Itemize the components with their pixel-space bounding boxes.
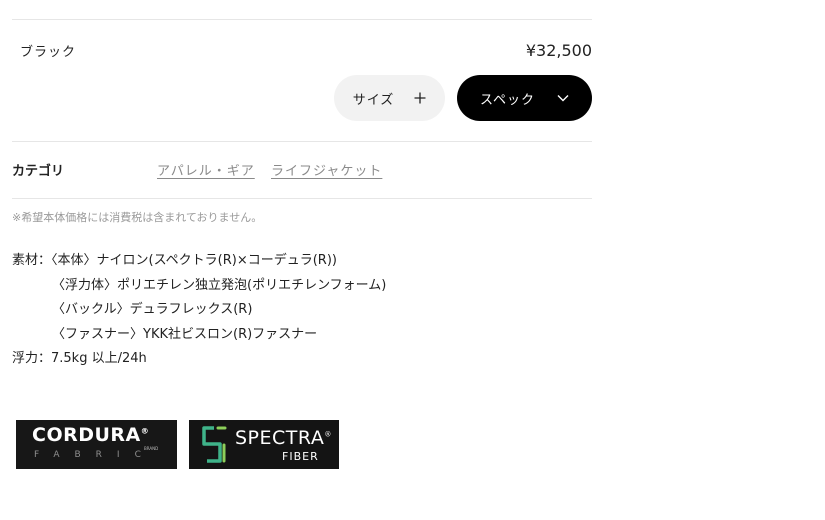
category-label: カテゴリ <box>12 164 65 179</box>
cordura-fabric-text: FABRIC <box>34 450 156 460</box>
cordura-wordmark: CORDURA® <box>32 424 150 446</box>
spec-button-label: スペック <box>479 92 536 108</box>
spec-button[interactable]: スペック <box>457 75 592 121</box>
spec-material-float: 〈浮力体〉ポリエチレン独立発泡(ポリエチレンフォーム) <box>52 277 387 293</box>
spec-list: 素材：〈本体〉ナイロン(スペクトラ(R)×コーデュラ(R)) 〈浮力体〉ポリエチ… <box>12 249 386 372</box>
chevron-down-icon <box>557 94 569 102</box>
spec-material-buckle: 〈バックル〉デュラフレックス(R) <box>52 302 253 317</box>
size-button[interactable]: サイズ <box>334 75 445 121</box>
divider-mid <box>12 141 592 142</box>
divider-bottom <box>12 198 592 199</box>
spectra-wordmark: SPECTRA® <box>235 427 332 449</box>
variant-color-name: ブラック <box>20 45 77 60</box>
spec-buoyancy: 浮力：7.5kg 以上/24h <box>12 351 147 366</box>
spectra-logo: SPECTRA® FIBER <box>189 420 339 469</box>
spectra-s-mark-icon <box>200 425 230 469</box>
cordura-logo: CORDURA® BRAND FABRIC <box>16 420 177 469</box>
price: ¥32,500 <box>525 41 592 60</box>
category-link-apparel[interactable]: アパレル・ギア <box>157 160 255 179</box>
spec-material-zipper: 〈ファスナー〉YKK社ビスロン(R)ファスナー <box>52 326 318 342</box>
spectra-fiber-text: FIBER <box>282 450 319 463</box>
spec-material-body: 素材：〈本体〉ナイロン(スペクトラ(R)×コーデュラ(R)) <box>12 253 337 268</box>
tax-note: ※希望本体価格には消費税は含まれておりません。 <box>12 211 263 224</box>
category-link-life-jacket[interactable]: ライフジャケット <box>271 160 382 179</box>
size-button-label: サイズ <box>352 92 395 108</box>
plus-icon <box>414 92 426 104</box>
divider-top <box>12 19 592 20</box>
